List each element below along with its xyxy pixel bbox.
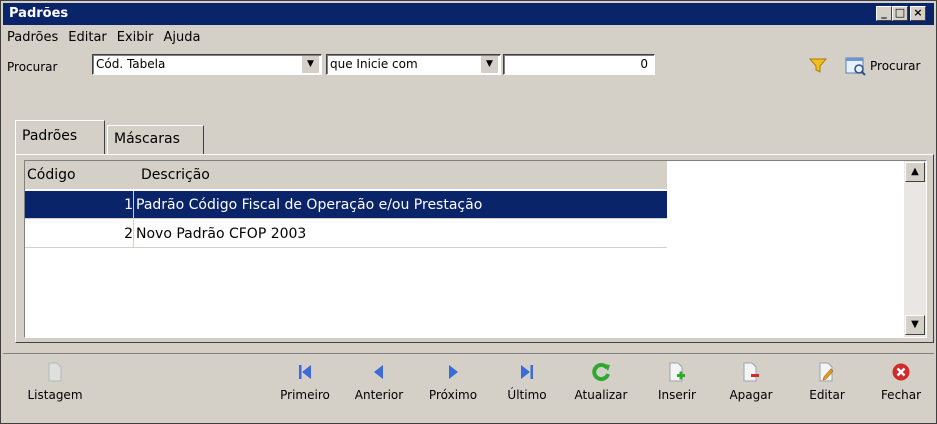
inserir-label: Inserir xyxy=(658,388,696,402)
procurar-button-label: Procurar xyxy=(870,59,921,73)
tab-mascaras[interactable]: Máscaras xyxy=(107,125,204,154)
cell-separator xyxy=(133,191,134,219)
cell-separator xyxy=(133,220,134,248)
search-operator-value: que Inicie com xyxy=(330,57,418,71)
cell-codigo: 2 xyxy=(124,226,133,242)
column-header-descricao[interactable]: Descrição xyxy=(141,167,210,183)
cell-descricao: Padrão Código Fiscal de Operação e/ou Pr… xyxy=(136,197,483,213)
search-window-icon xyxy=(845,57,866,76)
arrow-up-icon: ▲ xyxy=(911,166,919,177)
menu-padroes[interactable]: Padrões xyxy=(3,30,63,45)
close-icon: × xyxy=(913,6,923,19)
edit-document-icon xyxy=(819,362,834,382)
search-value: 0 xyxy=(640,57,648,71)
chevron-down-icon[interactable]: ▼ xyxy=(481,56,498,73)
minimize-button[interactable]: _ xyxy=(876,6,892,21)
vertical-scrollbar[interactable]: ▲ ▼ xyxy=(904,161,926,337)
search-value-input[interactable]: 0 xyxy=(503,54,655,75)
ultimo-button[interactable]: Último xyxy=(495,362,559,402)
insert-document-icon xyxy=(669,362,685,382)
search-label: Procurar xyxy=(7,60,58,74)
menu-exibir[interactable]: Exibir xyxy=(112,30,159,45)
cell-descricao: Novo Padrão CFOP 2003 xyxy=(136,226,307,242)
ultimo-label: Último xyxy=(507,388,547,402)
window-title: Padrões xyxy=(9,6,69,21)
next-icon xyxy=(449,365,458,379)
scroll-down-button[interactable]: ▼ xyxy=(905,315,925,335)
proximo-button[interactable]: Próximo xyxy=(421,362,485,402)
column-header-codigo[interactable]: Código xyxy=(27,167,76,183)
previous-icon xyxy=(374,365,383,379)
fechar-label: Fechar xyxy=(880,388,922,402)
tab-padroes[interactable]: Padrões xyxy=(15,120,105,154)
proximo-label: Próximo xyxy=(428,388,478,402)
menu-editar[interactable]: Editar xyxy=(63,30,112,45)
maximize-icon: □ xyxy=(894,6,906,19)
title-bar: Padrões _ □ × xyxy=(3,3,934,25)
chevron-down-icon[interactable]: ▼ xyxy=(302,56,319,73)
search-field-value: Cód. Tabela xyxy=(96,57,166,71)
window: Padrões _ □ × Padrões Editar Exibir Ajud… xyxy=(0,0,937,424)
fechar-button[interactable]: Fechar xyxy=(869,362,933,402)
table-row[interactable]: 2 Novo Padrão CFOP 2003 xyxy=(25,220,667,248)
scroll-up-button[interactable]: ▲ xyxy=(905,162,925,182)
table-row[interactable]: 1 Padrão Código Fiscal de Operação e/ou … xyxy=(25,191,667,219)
tab-padroes-label: Padrões xyxy=(22,128,78,144)
maximize-button[interactable]: □ xyxy=(892,6,908,21)
anterior-label: Anterior xyxy=(354,388,404,402)
grid-header: Código Descrição xyxy=(25,161,667,189)
listagem-label: Listagem xyxy=(27,388,83,402)
minimize-icon: _ xyxy=(881,6,887,19)
search-operator-select[interactable]: que Inicie com ▼ xyxy=(326,54,501,75)
close-circle-icon xyxy=(892,363,910,381)
cell-codigo: 1 xyxy=(124,197,133,213)
refresh-icon xyxy=(592,363,610,382)
first-record-icon xyxy=(299,365,311,379)
atualizar-button[interactable]: Atualizar xyxy=(565,362,637,402)
tab-mascaras-label: Máscaras xyxy=(114,131,180,147)
search-bar: Procurar Cód. Tabela ▼ que Inicie com ▼ … xyxy=(3,51,934,81)
filter-icon[interactable] xyxy=(809,58,827,74)
data-grid: Código Descrição 1 Padrão Código Fiscal … xyxy=(24,160,927,338)
tab-panel: Código Descrição 1 Padrão Código Fiscal … xyxy=(15,154,934,343)
document-icon xyxy=(48,362,62,382)
close-window-button[interactable]: × xyxy=(910,6,926,21)
anterior-button[interactable]: Anterior xyxy=(347,362,411,402)
menu-ajuda[interactable]: Ajuda xyxy=(159,30,206,45)
last-record-icon xyxy=(521,365,533,379)
editar-label: Editar xyxy=(809,388,845,402)
apagar-label: Apagar xyxy=(729,388,773,402)
arrow-down-icon: ▼ xyxy=(911,319,919,330)
search-field-select[interactable]: Cód. Tabela ▼ xyxy=(92,54,322,75)
bottom-toolbar: Listagem Primeiro Anterior Próximo Últim… xyxy=(3,353,934,421)
atualizar-label: Atualizar xyxy=(574,388,628,402)
procurar-button[interactable]: Procurar xyxy=(845,55,920,77)
inserir-button[interactable]: Inserir xyxy=(645,362,709,402)
menu-bar: Padrões Editar Exibir Ajuda xyxy=(3,27,934,47)
listagem-button[interactable]: Listagem xyxy=(23,362,87,402)
primeiro-button[interactable]: Primeiro xyxy=(273,362,337,402)
editar-button[interactable]: Editar xyxy=(795,362,859,402)
apagar-button[interactable]: Apagar xyxy=(719,362,783,402)
primeiro-label: Primeiro xyxy=(280,388,330,402)
delete-document-icon xyxy=(743,362,759,382)
